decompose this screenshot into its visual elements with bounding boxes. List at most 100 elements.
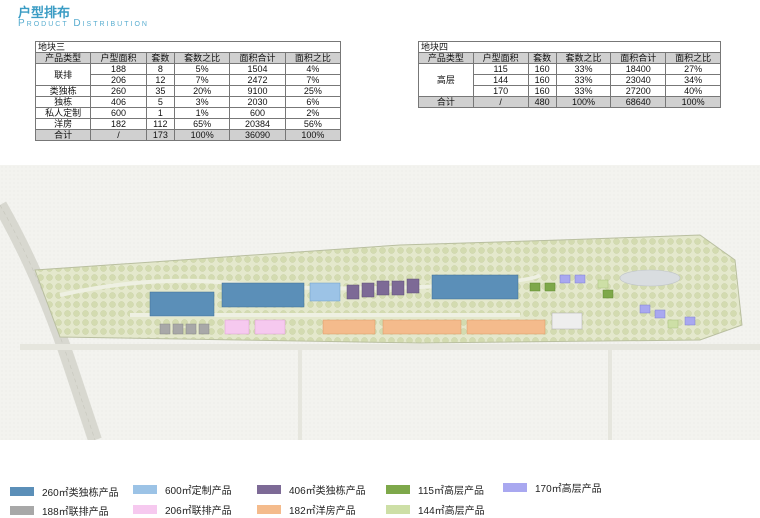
- custom-600-block: [309, 282, 341, 302]
- table-row: 类独栋 260 35 20% 9100 25%: [34, 85, 342, 97]
- legend-label: 600㎡定制产品: [165, 486, 232, 497]
- total-area-cell: 1504: [229, 63, 286, 75]
- column-header: 面积合计: [229, 52, 286, 64]
- type-cell: 洋房: [34, 118, 92, 130]
- count-ratio-cell: 5%: [174, 63, 231, 75]
- count-ratio-cell: 33%: [555, 63, 612, 75]
- table-total-row: 合计 / 173 100% 36090 100%: [34, 129, 342, 141]
- table-row: 洋房 182 112 65% 20384 56%: [34, 118, 342, 130]
- column-header: 面积合计: [610, 52, 667, 64]
- type-cell: 私人定制: [34, 107, 92, 119]
- area-ratio-cell: 6%: [284, 96, 342, 108]
- legend: 260㎡类独栋产品 600㎡定制产品 406㎡类独栋产品 115㎡高层产品 17…: [0, 470, 760, 518]
- page-subtitle: Product Distribution: [18, 18, 149, 29]
- legend-item: 170㎡高层产品: [503, 480, 602, 495]
- total-area-cell: 600: [229, 107, 286, 119]
- column-header: 产品类型: [418, 52, 474, 64]
- count-ratio-cell: 65%: [174, 118, 231, 130]
- legend-swatch: [10, 506, 34, 515]
- total-area-cell: 20384: [229, 118, 286, 130]
- total-area-cell: 23040: [610, 74, 667, 86]
- legend-swatch: [133, 505, 157, 514]
- legend-label: 115㎡高层产品: [418, 486, 484, 497]
- legend-label: 206㎡联排产品: [165, 506, 232, 517]
- area-ratio-cell: 40%: [665, 85, 721, 97]
- plot-four-table: 地块四 产品类型 户型面积 套数 套数之比 面积合计 面积之比 高层 115 1…: [418, 41, 721, 108]
- area-cell: 144: [472, 74, 529, 86]
- count-cell: 112: [145, 118, 176, 130]
- legend-swatch: [133, 485, 157, 494]
- legend-item: 115㎡高层产品: [386, 482, 484, 497]
- total-area-cell: 2030: [229, 96, 286, 108]
- legend-item: 600㎡定制产品: [133, 482, 232, 497]
- type-cell: 合计: [418, 96, 474, 108]
- legend-item: 406㎡类独栋产品: [257, 482, 366, 497]
- count-ratio-cell: 7%: [174, 74, 231, 86]
- legend-label: 144㎡高层产品: [418, 506, 485, 517]
- table-row: 私人定制 600 1 1% 600 2%: [34, 107, 342, 119]
- type-cell: 联排: [34, 63, 92, 86]
- legend-swatch: [257, 505, 281, 514]
- area-cell: /: [90, 129, 147, 141]
- count-cell: 160: [527, 74, 557, 86]
- area-ratio-cell: 2%: [284, 107, 342, 119]
- area-cell: 170: [472, 85, 529, 97]
- total-area-cell: 2472: [229, 74, 286, 86]
- area-ratio-cell: 100%: [284, 129, 342, 141]
- column-header: 套数: [527, 52, 557, 64]
- total-area-cell: 68640: [610, 96, 667, 108]
- count-cell: 160: [527, 85, 557, 97]
- count-ratio-cell: 33%: [555, 85, 612, 97]
- count-cell: 5: [145, 96, 176, 108]
- area-ratio-cell: 7%: [284, 74, 342, 86]
- area-ratio-cell: 4%: [284, 63, 342, 75]
- count-cell: 480: [527, 96, 557, 108]
- column-header: 面积之比: [665, 52, 721, 64]
- area-cell: 600: [90, 107, 147, 119]
- column-header: 户型面积: [472, 52, 529, 64]
- column-header: 产品类型: [34, 52, 92, 64]
- area-ratio-cell: 25%: [284, 85, 342, 97]
- legend-label: 406㎡类独栋产品: [289, 486, 366, 497]
- table-row: 高层 115 160 33% 18400 27%: [418, 63, 721, 97]
- legend-swatch: [503, 483, 527, 492]
- area-cell: 182: [90, 118, 147, 130]
- total-area-cell: 27200: [610, 85, 667, 97]
- area-ratio-cell: 34%: [665, 74, 721, 86]
- table-row: 独栋 406 5 3% 2030 6%: [34, 96, 342, 108]
- count-cell: 8: [145, 63, 176, 75]
- column-header: 套数之比: [174, 52, 231, 64]
- clubhouse: [551, 312, 583, 330]
- count-cell: 1: [145, 107, 176, 119]
- type-cell: 类独栋: [34, 85, 92, 97]
- count-cell: 12: [145, 74, 176, 86]
- table-total-row: 合计 / 480 100% 68640 100%: [418, 96, 721, 108]
- count-ratio-cell: 1%: [174, 107, 231, 119]
- column-header: 套数: [145, 52, 176, 64]
- count-ratio-cell: 20%: [174, 85, 231, 97]
- table-caption: 地块四: [418, 41, 721, 53]
- area-cell: 206: [90, 74, 147, 86]
- legend-item: 182㎡洋房产品: [257, 502, 356, 517]
- type-cell: 高层: [418, 63, 474, 97]
- area-cell: 260: [90, 85, 147, 97]
- area-cell: /: [472, 96, 529, 108]
- table-row: 联排 188 8 5% 1504 4%: [34, 63, 342, 86]
- count-cell: 35: [145, 85, 176, 97]
- legend-label: 182㎡洋房产品: [289, 506, 356, 517]
- area-cell: 406: [90, 96, 147, 108]
- townhouse-206-blocks: [224, 319, 286, 335]
- legend-swatch: [257, 485, 281, 494]
- count-ratio-cell: 3%: [174, 96, 231, 108]
- legend-label: 260㎡类独栋产品: [42, 488, 119, 499]
- type-cell: 合计: [34, 129, 92, 141]
- legend-item: 206㎡联排产品: [133, 502, 232, 517]
- total-area-cell: 9100: [229, 85, 286, 97]
- count-ratio-cell: 33%: [555, 74, 612, 86]
- column-header: 套数之比: [555, 52, 612, 64]
- type-cell: 独栋: [34, 96, 92, 108]
- legend-label: 170㎡高层产品: [535, 484, 602, 495]
- legend-swatch: [386, 485, 410, 494]
- count-ratio-cell: 100%: [555, 96, 612, 108]
- table-caption: 地块三: [35, 41, 341, 53]
